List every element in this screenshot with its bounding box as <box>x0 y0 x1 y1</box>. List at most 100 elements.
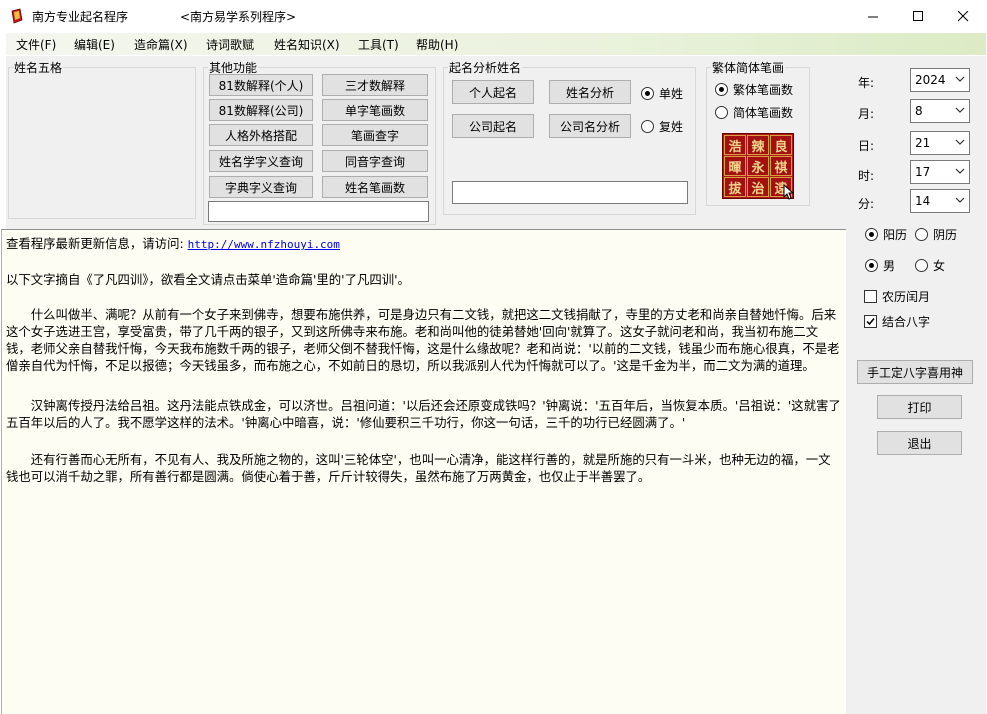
day-value: 21 <box>915 136 931 150</box>
radio-unselected-icon <box>641 120 654 133</box>
sancai-button[interactable]: 三才数解释 <box>322 74 428 96</box>
hour-select[interactable]: 17 <box>910 160 970 184</box>
calligraphy-char: 永 <box>747 156 769 176</box>
compound-surname-radio[interactable]: 复姓 <box>641 118 683 135</box>
calligraphy-char: 辣 <box>747 135 769 155</box>
female-radio[interactable]: 女 <box>915 257 945 274</box>
minute-label: 分: <box>858 197 875 211</box>
wuge-group-title: 姓名五格 <box>14 61 63 75</box>
81-personal-button[interactable]: 81数解释(个人) <box>209 74 313 96</box>
leap-month-checkbox[interactable]: 农历闰月 <box>864 288 930 305</box>
menu-edit[interactable]: 编辑(E) <box>74 36 115 53</box>
other-functions-input[interactable] <box>208 201 429 222</box>
radio-unselected-icon <box>915 228 928 241</box>
naming-analysis-title: 起名分析姓名 <box>449 61 522 75</box>
chevron-down-icon <box>955 168 965 174</box>
month-label: 月: <box>858 107 875 121</box>
maximize-icon <box>912 10 923 21</box>
menu-tools[interactable]: 工具(T) <box>358 36 399 53</box>
name-input[interactable] <box>452 181 688 204</box>
chevron-down-icon <box>955 76 965 82</box>
manual-bazi-button[interactable]: 手工定八字喜用神 <box>857 360 973 384</box>
minute-select[interactable]: 14 <box>910 189 970 213</box>
menu-poetry[interactable]: 诗词歌赋 <box>206 36 254 53</box>
minimize-button[interactable] <box>850 0 896 32</box>
renge-waige-button[interactable]: 人格外格搭配 <box>209 124 313 146</box>
website-link[interactable]: http://www.nfzhouyi.com <box>188 238 340 251</box>
single-char-strokes-button[interactable]: 单字笔画数 <box>322 99 428 121</box>
compound-surname-label: 复姓 <box>659 120 684 134</box>
paragraph-2: 汉钟离传授丹法给吕祖。这丹法能点铁成金，可以济世。吕祖问道：'以后还会还原变成铁… <box>6 398 841 430</box>
single-surname-label: 单姓 <box>659 87 684 101</box>
minimize-icon <box>867 16 878 17</box>
calligraphy-char: 暉 <box>724 156 746 176</box>
stroke-type-title: 繁体简体笔画 <box>712 61 785 75</box>
maximize-button[interactable] <box>895 0 941 32</box>
male-label: 男 <box>883 259 896 273</box>
solar-calendar-label: 阳历 <box>883 228 908 242</box>
day-select[interactable]: 21 <box>910 131 970 155</box>
company-naming-button[interactable]: 公司起名 <box>452 114 534 138</box>
menu-help[interactable]: 帮助(H) <box>416 36 458 53</box>
menu-destiny[interactable]: 造命篇(X) <box>134 36 188 53</box>
radio-selected-icon <box>641 87 654 100</box>
year-select[interactable]: 2024 <box>910 68 970 92</box>
window-subtitle: <南方易学系列程序> <box>180 10 297 24</box>
name-strokes-button[interactable]: 姓名笔画数 <box>322 176 428 198</box>
app-logo-icon <box>11 8 23 24</box>
menu-name-knowledge[interactable]: 姓名知识(X) <box>274 36 340 53</box>
name-analysis-button[interactable]: 姓名分析 <box>549 80 631 104</box>
title-bar: 南方专业起名程序 <南方易学系列程序> <box>0 0 987 32</box>
chevron-down-icon <box>955 107 965 113</box>
radio-selected-icon <box>865 259 878 272</box>
hour-value: 17 <box>915 165 931 179</box>
dictionary-button[interactable]: 字典字义查询 <box>209 176 313 198</box>
name-meaning-button[interactable]: 姓名学字义查询 <box>209 150 313 172</box>
radio-selected-icon <box>715 83 728 96</box>
radio-unselected-icon <box>915 259 928 272</box>
close-button[interactable] <box>940 0 986 32</box>
lunar-calendar-label: 阴历 <box>933 228 958 242</box>
month-select[interactable]: 8 <box>910 99 970 123</box>
lunar-calendar-radio[interactable]: 阴历 <box>915 226 957 243</box>
minute-value: 14 <box>915 194 931 208</box>
print-button[interactable]: 打印 <box>877 395 962 419</box>
stroke-lookup-button[interactable]: 笔画查字 <box>322 124 428 146</box>
traditional-strokes-label: 繁体笔画数 <box>733 83 794 97</box>
company-analysis-button[interactable]: 公司名分析 <box>549 114 631 138</box>
chevron-down-icon <box>955 139 965 145</box>
intro-text: 以下文字摘自《了凡四训》，欲看全文请点击菜单'造命篇'里的'了凡四训'。 <box>6 272 410 287</box>
homophone-button[interactable]: 同音字查询 <box>322 150 428 172</box>
chevron-down-icon <box>955 197 965 203</box>
month-value: 8 <box>915 104 923 118</box>
calligraphy-char: 治 <box>747 177 769 197</box>
calligraphy-char: 拔 <box>724 177 746 197</box>
menu-bar: 文件(F) 编辑(E) 造命篇(X) 诗词歌赋 姓名知识(X) 工具(T) 帮助… <box>6 33 986 55</box>
male-radio[interactable]: 男 <box>865 257 895 274</box>
hour-label: 时: <box>858 169 875 183</box>
traditional-strokes-radio[interactable]: 繁体笔画数 <box>715 81 793 98</box>
female-label: 女 <box>933 259 946 273</box>
checkbox-unchecked-icon <box>864 290 877 303</box>
solar-calendar-radio[interactable]: 阳历 <box>865 226 907 243</box>
combine-bazi-checkbox[interactable]: 结合八字 <box>864 313 930 330</box>
menu-file[interactable]: 文件(F) <box>16 36 56 53</box>
checkbox-checked-icon <box>864 315 877 328</box>
paragraph-3: 还有行善而心无所有，不见有人、我及所施之物的，这叫'三轮体空'，也叫一心清净，能… <box>6 452 831 484</box>
calligraphy-char: 良 <box>770 135 792 155</box>
day-label: 日: <box>858 139 875 153</box>
radio-selected-icon <box>865 228 878 241</box>
single-surname-radio[interactable]: 单姓 <box>641 85 683 102</box>
simplified-strokes-radio[interactable]: 简体笔画数 <box>715 104 793 121</box>
exit-button[interactable]: 退出 <box>877 431 962 455</box>
content-text-area[interactable]: 查看程序最新更新信息，请访问: http://www.nfzhouyi.com … <box>1 229 846 714</box>
calligraphy-char: 浩 <box>724 135 746 155</box>
personal-naming-button[interactable]: 个人起名 <box>452 80 534 104</box>
leap-month-label: 农历闰月 <box>882 290 931 304</box>
calligraphy-image[interactable]: 浩 辣 良 暉 永 祺 拔 治 遠 <box>722 133 795 200</box>
update-info-line: 查看程序最新更新信息，请访问: http://www.nfzhouyi.com <box>6 235 340 253</box>
year-value: 2024 <box>915 73 946 87</box>
close-icon <box>957 10 968 21</box>
wuge-group: 姓名五格 <box>8 59 196 219</box>
81-company-button[interactable]: 81数解释(公司) <box>209 99 313 121</box>
